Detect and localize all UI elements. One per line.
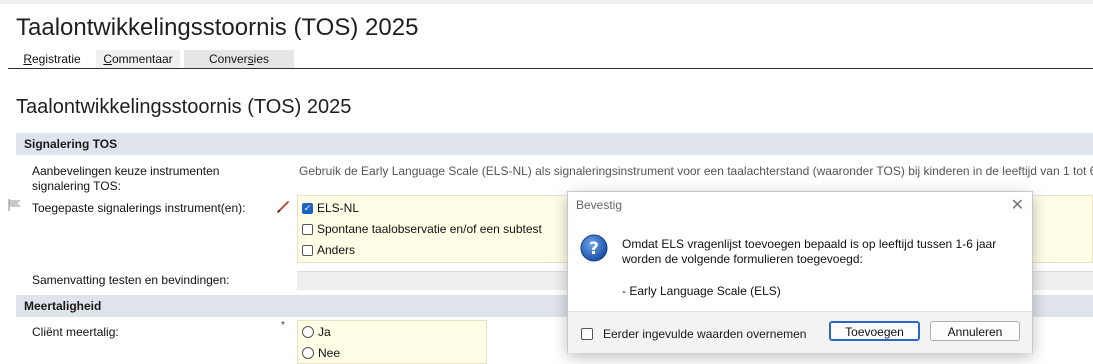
client-meertalig-label: Cliënt meertalig: [32,325,119,339]
tab-label: egistratie [31,52,81,66]
top-strip [0,0,1093,4]
aanbevelingen-label: Aanbevelingen keuze instrumenten signale… [32,164,220,193]
radio-ja[interactable]: Ja [302,325,331,339]
tab-label-pre: Conver [208,52,248,66]
option-els-nl[interactable]: ✓ ELS-NL [302,201,359,215]
option-label: ELS-NL [317,201,360,215]
radio-button[interactable] [302,326,314,338]
checkbox-checked[interactable]: ✓ [302,202,313,214]
tab-label: ommentaar [111,52,173,66]
option-label: Anders [317,243,356,257]
confirm-dialog: Bevestig ✕ ? Omdat ELS vragenlijst toevo… [567,191,1033,353]
flag-icon[interactable] [8,199,22,211]
pencil-icon[interactable] [276,200,290,214]
radio-label: Nee [318,346,341,360]
dialog-title: Bevestig [576,198,623,212]
radio-button[interactable] [302,347,314,359]
tab-bar: Registratie Commentaar Conversies [8,50,294,68]
question-icon: ? [580,234,608,262]
checkbox[interactable] [302,244,313,256]
tab-commentaar[interactable]: Commentaar [96,50,180,68]
aanbevelingen-value: Gebruik de Early Language Scale (ELS-NL)… [299,164,1093,178]
option-label: Spontane taalobservatie en/of een subtes… [317,222,542,236]
tab-divider [8,68,1093,69]
toegepast-label: Toegepaste signalerings instrument(en): [32,201,246,215]
toevoegen-button[interactable]: Toevoegen [829,321,920,341]
annuleren-button[interactable]: Annuleren [930,321,1020,341]
checkmark-icon: ✓ [303,202,312,213]
page-title: Taalontwikkelingsstoornis (TOS) 2025 [16,14,419,41]
required-marker: * [281,320,285,331]
tab-label: ies [253,52,270,66]
radio-label: Ja [318,325,331,339]
dialog-list-item: - Early Language Scale (ELS) [622,284,781,298]
overnemen-checkbox-row[interactable]: Eerder ingevulde waarden overnemen [581,327,806,341]
dialog-message: Omdat ELS vragenlijst toevoegen bepaald … [622,237,997,266]
close-icon[interactable]: ✕ [1011,195,1024,215]
form-title: Taalontwikkelingsstoornis (TOS) 2025 [16,96,352,118]
tab-conversies[interactable]: Conversies [184,50,294,68]
radio-nee[interactable]: Nee [302,346,340,360]
checkbox[interactable] [302,223,313,235]
svg-text:?: ? [589,239,599,259]
tab-accesskey: R [23,52,32,66]
samenvatting-label: Samenvatting testen en bevindingen: [32,273,230,287]
option-anders[interactable]: Anders [302,243,355,257]
tab-registratie[interactable]: Registratie [8,50,96,68]
option-spontane-taalobservatie[interactable]: Spontane taalobservatie en/of een subtes… [302,222,542,236]
dialog-footer: Eerder ingevulde waarden overnemen Toevo… [568,311,1032,353]
section-header-signalering: Signalering TOS [16,133,1093,155]
overnemen-checkbox[interactable] [581,328,593,340]
overnemen-label: Eerder ingevulde waarden overnemen [603,327,807,341]
tab-accesskey: C [103,52,112,66]
